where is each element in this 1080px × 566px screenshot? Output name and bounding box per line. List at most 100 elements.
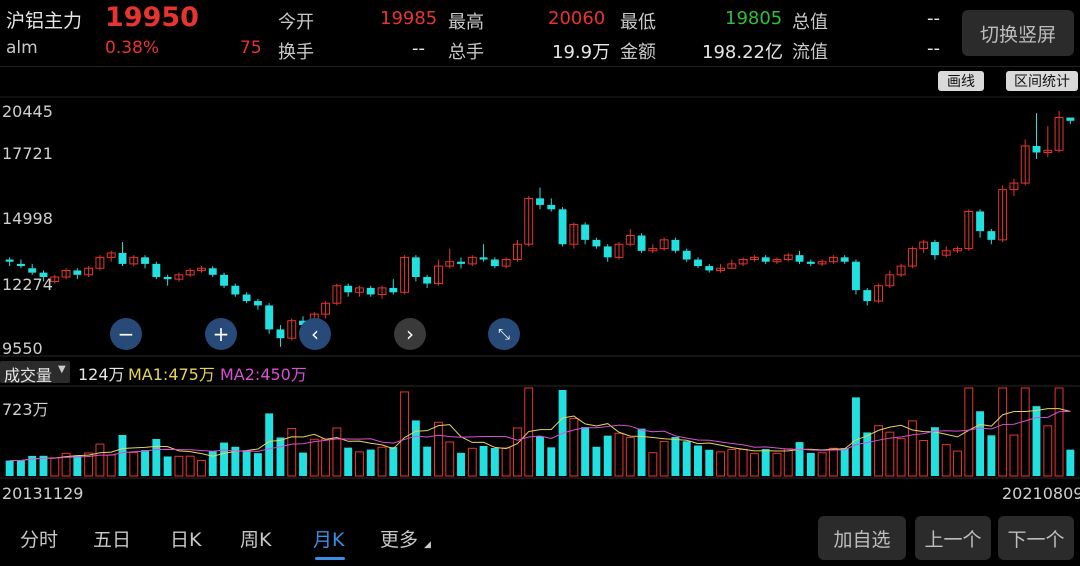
candle-body (490, 259, 499, 267)
chevron-right-icon[interactable]: › (394, 318, 426, 350)
volume-bar (569, 417, 579, 477)
candle-body (479, 257, 488, 260)
candle-body (761, 257, 770, 262)
ma1-label: MA1:475万 (128, 365, 215, 384)
volume-bar (433, 421, 443, 477)
candle-body (118, 252, 127, 264)
tab-five-day[interactable]: 五日 (93, 525, 131, 552)
volume-bar (987, 435, 996, 476)
volume-bar (309, 438, 319, 477)
volume-bar (1009, 434, 1019, 477)
volume-bar (332, 427, 342, 477)
volume-bar (705, 449, 714, 476)
volume-bar (625, 437, 635, 477)
volume-bar (242, 451, 251, 476)
candle-body (705, 266, 714, 271)
volume-bar (16, 460, 25, 476)
volume-bar (106, 454, 116, 477)
kline-chart[interactable] (0, 0, 1080, 566)
volume-bar (197, 459, 206, 477)
collapse-icon[interactable]: ⤡ (488, 318, 520, 350)
volume-bar (174, 455, 184, 477)
volume-bar (727, 449, 737, 477)
volume-bar (817, 452, 827, 477)
volume-bar (321, 438, 331, 477)
candle-body (581, 224, 590, 240)
add-watchlist-button[interactable]: 加自选 (818, 516, 906, 560)
volume-bar (671, 437, 680, 476)
volume-bar (50, 457, 60, 477)
candle-body (930, 242, 939, 256)
volume-bar (840, 448, 849, 476)
volume-bar (614, 432, 624, 477)
volume-bar (976, 411, 985, 476)
candle-body (231, 285, 240, 295)
volume-bar (919, 440, 929, 477)
volume-bar (344, 447, 353, 476)
volume-bar (659, 441, 669, 477)
volume-bar (423, 446, 432, 476)
candle-body (253, 301, 262, 306)
candle-body (987, 231, 996, 240)
volume-bar (896, 438, 906, 477)
plus-icon[interactable]: + (205, 318, 237, 350)
candle-body (547, 204, 556, 210)
candle-body (276, 329, 285, 339)
volume-bar (592, 446, 601, 476)
volume-bar (95, 443, 105, 477)
candle-body (852, 261, 860, 291)
chevron-left-icon[interactable]: ‹ (299, 318, 331, 350)
volume-value: 124万 (78, 365, 125, 384)
candle-body (795, 255, 804, 262)
candle-body (208, 268, 217, 275)
tab-daily[interactable]: 日K (170, 525, 201, 552)
tab-monthly[interactable]: 月K (313, 525, 344, 552)
candle-body (389, 287, 398, 293)
candle-body (558, 209, 567, 245)
volume-bar (73, 455, 82, 476)
candle-body (366, 287, 375, 295)
candle-body (863, 290, 872, 302)
tab-more[interactable]: 更多 (380, 525, 418, 552)
dropdown-arrow-icon: ▼ (58, 364, 66, 375)
minus-icon[interactable]: − (110, 318, 142, 350)
candle-body (976, 211, 985, 232)
volume-bar (716, 451, 725, 477)
volume-bar (874, 425, 883, 477)
volume-bar (366, 449, 375, 476)
volume-bar (637, 428, 646, 476)
candle-body (163, 277, 172, 280)
tab-intraday[interactable]: 分时 (20, 525, 58, 552)
candle-body (592, 239, 601, 247)
volume-bar (694, 445, 702, 476)
tab-weekly[interactable]: 周K (240, 525, 271, 552)
volume-bar (129, 451, 139, 477)
volume-selector[interactable]: 成交量 ▼ (0, 361, 70, 385)
y-tick: 12274 (2, 275, 53, 294)
volume-bar (185, 455, 195, 477)
candle-body (603, 246, 612, 258)
volume-bar (265, 413, 274, 476)
y-tick: 20445 (2, 102, 53, 121)
prev-button[interactable]: 上一个 (915, 516, 991, 560)
volume-bar (355, 451, 364, 477)
volume-bar (761, 449, 770, 476)
next-button[interactable]: 下一个 (998, 516, 1074, 560)
candle-body (694, 259, 702, 267)
volume-bar (479, 445, 488, 476)
candle-body (242, 294, 251, 302)
volume-bar (118, 435, 127, 476)
volume-bar (445, 441, 455, 477)
volume-bar (152, 438, 161, 476)
candle-body (637, 235, 646, 251)
candle-body (73, 270, 82, 275)
candle-body (5, 259, 14, 262)
volume-bar (467, 447, 477, 477)
volume-bar (512, 427, 522, 477)
volume-bar (941, 444, 951, 477)
volume-bar (163, 456, 172, 476)
candle-body (536, 198, 544, 205)
candle-body (411, 257, 420, 278)
volume-bar (1020, 387, 1030, 477)
volume-selector-label: 成交量 (4, 366, 53, 385)
